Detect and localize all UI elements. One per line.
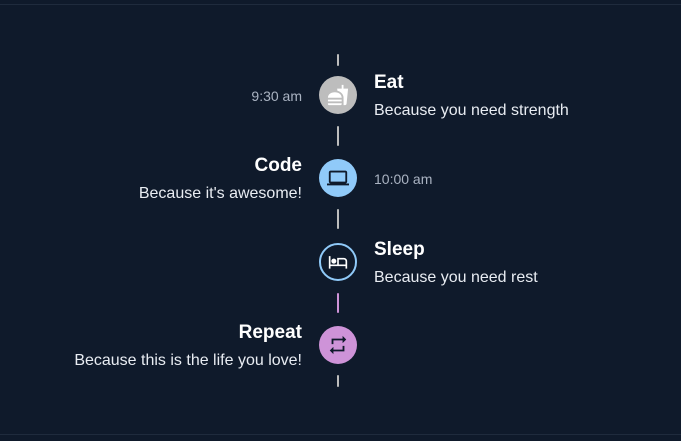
top-divider bbox=[0, 4, 681, 5]
timeline-description: Because this is the life you love! bbox=[74, 352, 302, 369]
timeline-time: 9:30 am bbox=[251, 88, 302, 104]
timeline-title: Code bbox=[254, 155, 303, 176]
timeline-title: Eat bbox=[374, 72, 404, 93]
fastfood-icon bbox=[327, 84, 349, 106]
timeline-connector bbox=[337, 375, 339, 387]
timeline-connector bbox=[337, 126, 339, 146]
timeline-connector bbox=[337, 293, 339, 313]
timeline-connector bbox=[337, 54, 339, 66]
timeline-description: Because it's awesome! bbox=[138, 185, 302, 202]
timeline-dot bbox=[319, 243, 357, 281]
timeline-dot bbox=[319, 159, 357, 197]
hotel-bed-icon bbox=[328, 252, 348, 272]
laptop-icon bbox=[327, 167, 349, 189]
timeline-title: Sleep bbox=[374, 239, 425, 260]
timeline-title: Repeat bbox=[238, 322, 302, 343]
timeline-dot bbox=[319, 326, 357, 364]
timeline-time: 10:00 am bbox=[374, 171, 433, 187]
repeat-icon bbox=[327, 334, 349, 356]
timeline-description: Because you need rest bbox=[374, 269, 538, 286]
timeline-dot bbox=[319, 76, 357, 114]
timeline-description: Because you need strength bbox=[374, 102, 569, 119]
bottom-divider bbox=[0, 434, 681, 435]
timeline-connector bbox=[337, 209, 339, 229]
timeline-page: 9:30 am Eat Because you need strength Co… bbox=[0, 0, 681, 441]
